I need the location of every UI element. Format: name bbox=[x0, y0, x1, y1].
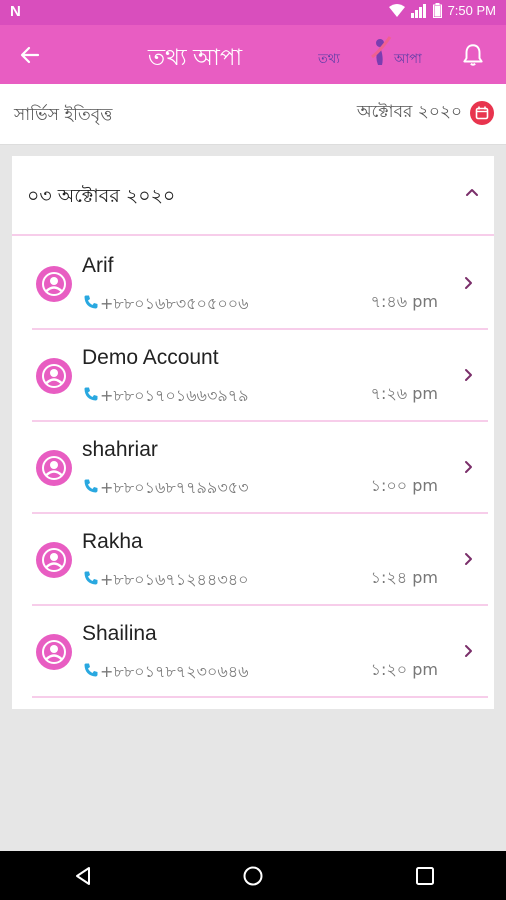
chevron-right-icon[interactable] bbox=[464, 552, 474, 566]
contact-name: Arif bbox=[82, 254, 114, 277]
chevron-up-icon[interactable] bbox=[464, 186, 480, 198]
chevron-right-icon[interactable] bbox=[464, 368, 474, 382]
contact-name: Demo Account bbox=[82, 346, 219, 369]
nav-back-icon[interactable] bbox=[72, 865, 94, 887]
date-group-label: ০৩ অক্টোবর ২০২০ bbox=[27, 185, 176, 207]
status-icons: 7:50 PM bbox=[388, 3, 496, 18]
battery-icon bbox=[432, 3, 442, 18]
phone-icon bbox=[84, 295, 98, 309]
list-item[interactable]: Demo Account +৮৮০১৭০১৬৬৩৯৭৯ ৭:২৬ pm bbox=[32, 328, 488, 422]
contact-name: shahriar bbox=[82, 438, 158, 461]
app-logo: তথ্য আপা bbox=[318, 36, 422, 67]
date-group-header[interactable]: ০৩ অক্টোবর ২০২০ bbox=[12, 156, 494, 236]
contact-name: Shailina bbox=[82, 622, 157, 645]
logo-text-left: তথ্য bbox=[318, 52, 340, 67]
call-time: ১:২৪ pm bbox=[370, 568, 438, 587]
phone-icon bbox=[84, 479, 98, 493]
avatar-icon bbox=[36, 358, 72, 394]
wifi-icon bbox=[388, 3, 405, 17]
list-item[interactable]: Arif +৮৮০১৬৮৩৫০৫০০৬ ৭:৪৬ pm bbox=[32, 236, 488, 330]
notification-n-icon: N bbox=[10, 3, 21, 20]
list-item[interactable]: Rakha +৮৮০১৬৭১২৪৪৩৪০ ১:২৪ pm bbox=[32, 512, 488, 606]
phone-icon bbox=[84, 663, 98, 677]
avatar-icon bbox=[36, 634, 72, 670]
call-time: ১:০০ pm bbox=[370, 476, 438, 495]
list-item[interactable]: shahriar +৮৮০১৬৮৭৭৯৯৩৫৩ ১:০০ pm bbox=[32, 420, 488, 514]
month-label: অক্টোবর ২০২০ bbox=[356, 102, 462, 122]
phone-icon bbox=[84, 571, 98, 585]
navigation-bar bbox=[0, 851, 506, 900]
call-time: ১:২০ pm bbox=[370, 660, 438, 679]
phone-icon bbox=[84, 387, 98, 401]
status-time: 7:50 PM bbox=[447, 3, 496, 18]
service-history-label: সার্ভিস ইতিবৃত্ত bbox=[14, 105, 113, 125]
status-bar: N 7:50 PM bbox=[0, 0, 506, 25]
avatar-icon bbox=[36, 450, 72, 486]
month-selector[interactable]: অক্টোবর ২০২০ bbox=[357, 99, 494, 127]
chevron-right-icon[interactable] bbox=[464, 276, 474, 290]
calendar-icon[interactable] bbox=[470, 101, 494, 125]
nav-recents-icon[interactable] bbox=[414, 865, 436, 887]
avatar-icon bbox=[36, 542, 72, 578]
contact-name: Rakha bbox=[82, 530, 143, 553]
contact-phone: +৮৮০১৬৮৭৭৯৯৩৫৩ bbox=[100, 478, 249, 497]
avatar-icon bbox=[36, 266, 72, 302]
signal-icon bbox=[410, 3, 426, 18]
contact-phone: +৮৮০১৬৮৩৫০৫০০৬ bbox=[100, 294, 249, 313]
list-item[interactable]: Shailina +৮৮০১৭৮৭২৩০৬৪৬ ১:২০ pm bbox=[32, 604, 488, 698]
contact-phone: +৮৮০১৬৭১২৪৪৩৪০ bbox=[100, 570, 249, 589]
app-bar: তথ্য আপা তথ্য আপা bbox=[0, 25, 506, 84]
contact-phone: +৮৮০১৭০১৬৬৩৯৭৯ bbox=[100, 386, 249, 405]
chevron-right-icon[interactable] bbox=[464, 460, 474, 474]
call-time: ৭:২৬ pm bbox=[370, 384, 438, 403]
contact-phone: +৮৮০১৭৮৭২৩০৬৪৬ bbox=[100, 662, 249, 681]
nav-home-icon[interactable] bbox=[242, 865, 264, 887]
logo-text-right: আপা bbox=[393, 52, 422, 67]
call-time: ৭:৪৬ pm bbox=[370, 292, 438, 311]
bell-icon[interactable] bbox=[460, 42, 486, 68]
date-group-card: ০৩ অক্টোবর ২০২০ Arif +৮৮০১৬৮৩৫০৫০০৬ ৭:৪৬… bbox=[12, 156, 494, 709]
chevron-right-icon[interactable] bbox=[464, 644, 474, 658]
history-bar: সার্ভিস ইতিবৃত্ত অক্টোবর ২০২০ bbox=[0, 84, 506, 145]
